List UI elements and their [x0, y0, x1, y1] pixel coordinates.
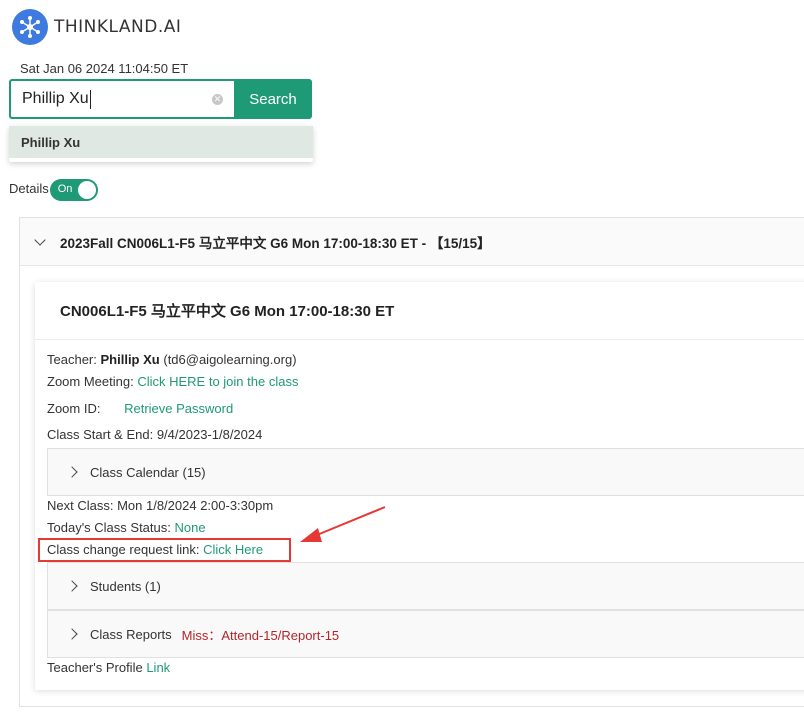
teacher-profile-link[interactable]: Link	[146, 660, 170, 675]
search-button[interactable]: Search	[234, 79, 312, 119]
class-calendar-label: Class Calendar (15)	[90, 464, 206, 480]
chevron-right-icon	[66, 580, 78, 592]
course-panel-header[interactable]: 2023Fall CN006L1-F5 马立平中文 G6 Mon 17:00-1…	[20, 218, 804, 266]
today-status-value: None	[174, 520, 206, 535]
suggestion-item[interactable]: Phillip Xu	[9, 126, 313, 158]
class-reports-label: Class Reports	[90, 626, 172, 642]
teacher-profile-line: Teacher's Profile Link	[47, 660, 170, 675]
teacher-profile-label: Teacher's Profile	[47, 660, 143, 675]
students-collapse[interactable]: Students (1)	[47, 562, 804, 610]
chevron-right-icon	[66, 466, 78, 478]
zoom-meeting-line: Zoom Meeting: Click HERE to join the cla…	[47, 374, 298, 389]
zoom-id-line: Zoom ID: Retrieve Password	[47, 401, 233, 416]
teacher-name: Phillip Xu	[100, 352, 160, 367]
chevron-right-icon	[66, 628, 78, 640]
course-panel-title: 2023Fall CN006L1-F5 马立平中文 G6 Mon 17:00-1…	[60, 235, 491, 251]
zoom-meeting-label: Zoom Meeting:	[47, 374, 134, 389]
teacher-line: Teacher: Phillip Xu (td6@aigolearning.or…	[47, 352, 297, 367]
details-label: Details	[9, 180, 49, 196]
text-caret	[89, 89, 91, 109]
current-datetime: Sat Jan 06 2024 11:04:50 ET	[20, 61, 189, 76]
network-nodes-icon	[12, 9, 48, 45]
brand-name: THINKLAND.AI	[54, 17, 182, 37]
next-class: Next Class: Mon 1/8/2024 2:00-3:30pm	[47, 498, 274, 513]
today-status-label: Today's Class Status:	[47, 520, 171, 535]
search-suggestions: Phillip Xu	[9, 126, 313, 162]
teacher-label: Teacher:	[47, 352, 97, 367]
clear-icon[interactable]: ✕	[212, 94, 223, 105]
today-status-line: Today's Class Status: None	[47, 520, 206, 535]
course-panel: 2023Fall CN006L1-F5 马立平中文 G6 Mon 17:00-1…	[19, 217, 804, 707]
annotation-highlight-box	[38, 538, 291, 562]
details-toggle[interactable]: On	[49, 179, 98, 201]
search-bar: Phillip Xu ✕ Search	[9, 79, 312, 119]
zoom-meeting-link[interactable]: Click HERE to join the class	[137, 374, 298, 389]
class-title: CN006L1-F5 马立平中文 G6 Mon 17:00-18:30 ET	[35, 282, 804, 340]
chevron-down-icon	[34, 233, 46, 246]
toggle-label: On	[57, 183, 73, 195]
details-toggle-row: Details On	[9, 175, 98, 201]
class-calendar-collapse[interactable]: Class Calendar (15)	[47, 448, 804, 496]
class-reports-collapse[interactable]: Class Reports Miss：Attend-15/Report-15	[47, 610, 804, 658]
retrieve-password-link[interactable]: Retrieve Password	[124, 401, 233, 416]
class-detail-card: CN006L1-F5 马立平中文 G6 Mon 17:00-18:30 ET T…	[35, 282, 804, 690]
teacher-email: (td6@aigolearning.org)	[163, 352, 297, 367]
search-input[interactable]: Phillip Xu ✕	[9, 79, 234, 119]
toggle-knob	[77, 181, 96, 199]
brand-logo: THINKLAND.AI	[12, 9, 181, 45]
class-reports-miss: Miss：Attend-15/Report-15	[181, 627, 340, 643]
students-label: Students (1)	[90, 578, 161, 594]
search-input-value: Phillip Xu	[22, 90, 89, 107]
zoom-id-label: Zoom ID:	[47, 401, 101, 416]
class-start-end: Class Start & End: 9/4/2023-1/8/2024	[47, 427, 263, 442]
